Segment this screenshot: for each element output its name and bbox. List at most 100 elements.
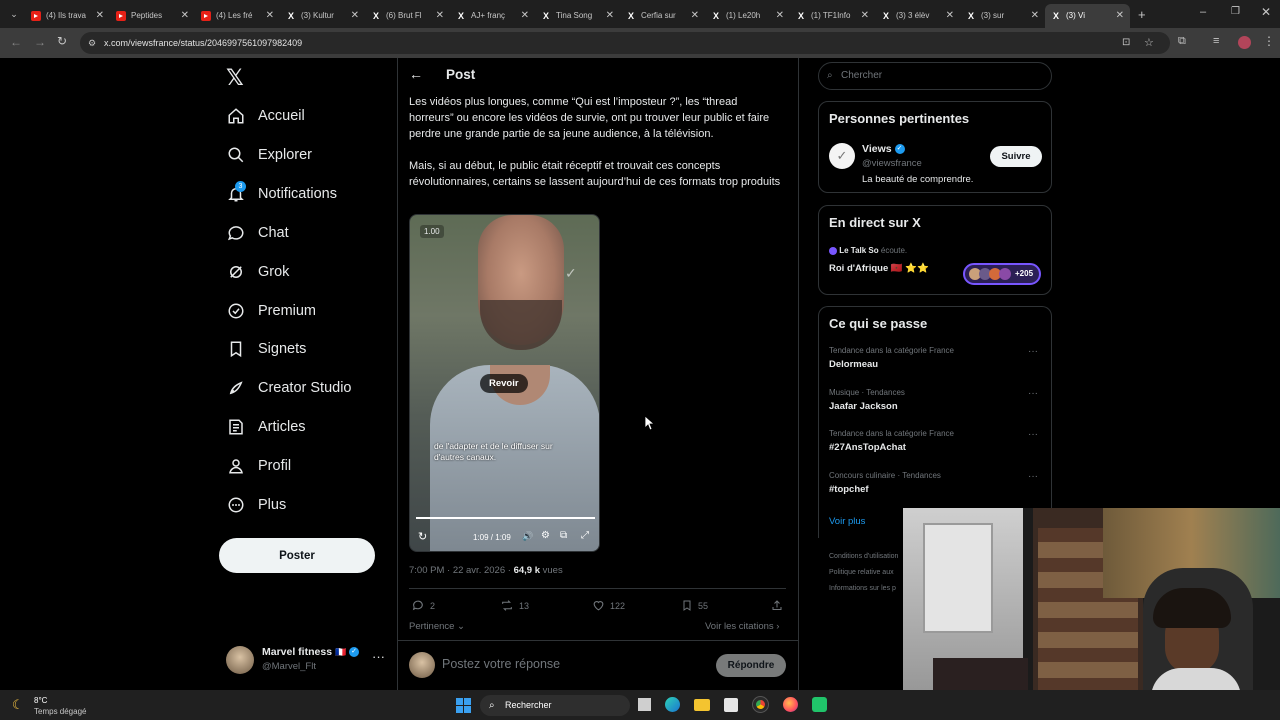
- nav-item-signets[interactable]: Signets: [226, 334, 306, 364]
- volume-icon[interactable]: 🔊: [522, 531, 533, 542]
- post-button[interactable]: Poster: [219, 538, 375, 573]
- post-timestamp[interactable]: 7:00 PM · 22 avr. 2026 ·: [409, 565, 514, 576]
- bookmark-action[interactable]: 55: [681, 599, 708, 612]
- browser-tab[interactable]: X (3) 3 élèv ✕: [875, 4, 960, 28]
- nav-item-premium[interactable]: Premium: [226, 296, 316, 326]
- app-icon[interactable]: [812, 697, 827, 712]
- back-arrow-icon[interactable]: ←: [409, 66, 423, 82]
- tab-close-icon[interactable]: ✕: [861, 10, 869, 21]
- tab-close-icon[interactable]: ✕: [776, 10, 784, 21]
- browser-tab[interactable]: X (1) Le20h ✕: [705, 4, 790, 28]
- back-icon[interactable]: ←: [10, 35, 22, 49]
- start-button-icon[interactable]: [456, 698, 471, 713]
- bookmark-star-icon[interactable]: ☆: [1144, 32, 1154, 54]
- browser-tab[interactable]: (4) Ils trava ✕: [25, 4, 110, 28]
- profile-avatar[interactable]: [1238, 36, 1251, 49]
- nav-item-plus[interactable]: Plus: [226, 490, 286, 520]
- url-field[interactable]: ⚙ x.com/viewsfrance/status/2046997561097…: [80, 32, 1170, 54]
- browser-menu-icon[interactable]: ⋮: [1263, 34, 1275, 48]
- browser-tab[interactable]: X Tina Song ✕: [535, 4, 620, 28]
- follow-button[interactable]: Suivre: [990, 146, 1042, 167]
- store-icon[interactable]: [724, 698, 738, 712]
- install-icon[interactable]: ⊡: [1122, 32, 1130, 54]
- space-title[interactable]: Roi d'Afrique 🇲🇦 ⭐⭐: [829, 263, 929, 274]
- edge-icon[interactable]: [665, 697, 680, 712]
- replay-button[interactable]: Revoir: [480, 374, 528, 393]
- footer-link[interactable]: Conditions d'utilisation: [829, 553, 898, 560]
- task-view-icon[interactable]: [638, 698, 651, 711]
- video-replay-icon[interactable]: ↻: [418, 530, 427, 543]
- site-info-icon[interactable]: ⚙: [88, 32, 96, 54]
- browser-tab[interactable]: X (1) TF1Info ✕: [790, 4, 875, 28]
- tab-close-icon[interactable]: ✕: [266, 10, 274, 21]
- maximize-button[interactable]: ❐: [1231, 6, 1240, 17]
- browser-tab[interactable]: X AJ+ franç ✕: [450, 4, 535, 28]
- sort-dropdown[interactable]: Pertinence ⌄: [409, 621, 465, 632]
- new-tab-button[interactable]: +: [1138, 7, 1146, 22]
- forward-icon[interactable]: →: [34, 35, 46, 49]
- browser-tab[interactable]: (4) Les fré ✕: [195, 4, 280, 28]
- nav-item-notifications[interactable]: 3 Notifications: [226, 179, 337, 209]
- quotes-link[interactable]: Voir les citations ›: [705, 621, 779, 632]
- fullscreen-icon[interactable]: ⤢: [581, 530, 589, 541]
- browser-tab[interactable]: X (3) Vi ✕: [1045, 3, 1130, 28]
- video-player[interactable]: 1.00 ✓ Revoir de l'adapter et de le diff…: [409, 214, 600, 552]
- browser-tab[interactable]: Peptides ✕: [110, 4, 195, 28]
- trend-more-icon[interactable]: ···: [1028, 429, 1038, 440]
- settings-gear-icon[interactable]: ⚙: [541, 530, 550, 541]
- tab-close-icon[interactable]: ✕: [946, 10, 954, 21]
- tab-close-icon[interactable]: ✕: [606, 10, 614, 21]
- taskbar-search[interactable]: ⌕ Rechercher: [480, 695, 630, 716]
- nav-item-grok[interactable]: Grok: [226, 257, 289, 287]
- host-name[interactable]: Le Talk So: [839, 246, 878, 255]
- extensions-icon[interactable]: ⧉: [1178, 35, 1186, 48]
- reply-input[interactable]: Postez votre réponse: [442, 657, 560, 671]
- trend-more-icon[interactable]: ···: [1028, 346, 1038, 357]
- tab-close-icon[interactable]: ✕: [96, 10, 104, 21]
- tab-close-icon[interactable]: ✕: [1116, 10, 1124, 21]
- tab-close-icon[interactable]: ✕: [1031, 10, 1039, 21]
- browser-tab[interactable]: X (3) sur ✕: [960, 4, 1045, 28]
- search-input[interactable]: ⌕ Chercher: [818, 62, 1052, 90]
- x-logo[interactable]: 𝕏: [226, 65, 244, 91]
- nav-item-creator-studio[interactable]: Creator Studio: [226, 373, 352, 403]
- space-listeners-pill[interactable]: +205: [963, 263, 1041, 285]
- like-action[interactable]: 122: [592, 599, 625, 612]
- weather-icon[interactable]: ☾: [12, 697, 24, 713]
- tab-close-icon[interactable]: ✕: [691, 10, 699, 21]
- trend-more-icon[interactable]: ···: [1028, 471, 1038, 482]
- show-more-link[interactable]: Voir plus: [829, 516, 865, 527]
- reply-button[interactable]: Répondre: [716, 654, 786, 677]
- pip-icon[interactable]: ⧉: [560, 530, 567, 541]
- minimize-button[interactable]: –: [1200, 6, 1206, 18]
- file-explorer-icon[interactable]: [694, 699, 710, 711]
- reply-action[interactable]: 2: [412, 599, 435, 612]
- footer-link[interactable]: Informations sur les p: [829, 585, 896, 592]
- nav-item-articles[interactable]: Articles: [226, 412, 306, 442]
- share-action[interactable]: [771, 599, 788, 612]
- nav-item-explorer[interactable]: Explorer: [226, 140, 312, 170]
- close-window-button[interactable]: ✕: [1261, 5, 1271, 19]
- tab-close-icon[interactable]: ✕: [521, 10, 529, 21]
- tab-close-icon[interactable]: ✕: [436, 10, 444, 21]
- nav-item-chat[interactable]: Chat: [226, 218, 289, 248]
- browser-tab[interactable]: X (6) Brut Fl ✕: [365, 4, 450, 28]
- nav-item-accueil[interactable]: Accueil: [226, 101, 305, 131]
- browser-tab[interactable]: X Cerfia sur ✕: [620, 4, 705, 28]
- tab-search-button[interactable]: ⌄: [3, 4, 25, 24]
- relevant-name[interactable]: Views: [862, 143, 892, 155]
- firefox-icon[interactable]: [783, 697, 798, 712]
- views-avatar[interactable]: ✓: [829, 143, 855, 169]
- video-progress-track[interactable]: [416, 517, 595, 519]
- tab-close-icon[interactable]: ✕: [181, 10, 189, 21]
- footer-link[interactable]: Politique relative aux: [829, 569, 894, 576]
- media-icon[interactable]: ≡: [1213, 35, 1219, 47]
- trend-more-icon[interactable]: ···: [1028, 388, 1038, 399]
- tab-close-icon[interactable]: ✕: [351, 10, 359, 21]
- repost-action[interactable]: 13: [500, 599, 529, 612]
- browser-tab[interactable]: X (3) Kultur ✕: [280, 4, 365, 28]
- nav-item-profil[interactable]: Profil: [226, 451, 291, 481]
- account-switcher[interactable]: Marvel fitness 🇫🇷 ✓ @Marvel_Flt ···: [226, 645, 386, 675]
- chrome-icon[interactable]: [752, 696, 769, 713]
- reload-icon[interactable]: ↻: [57, 34, 67, 48]
